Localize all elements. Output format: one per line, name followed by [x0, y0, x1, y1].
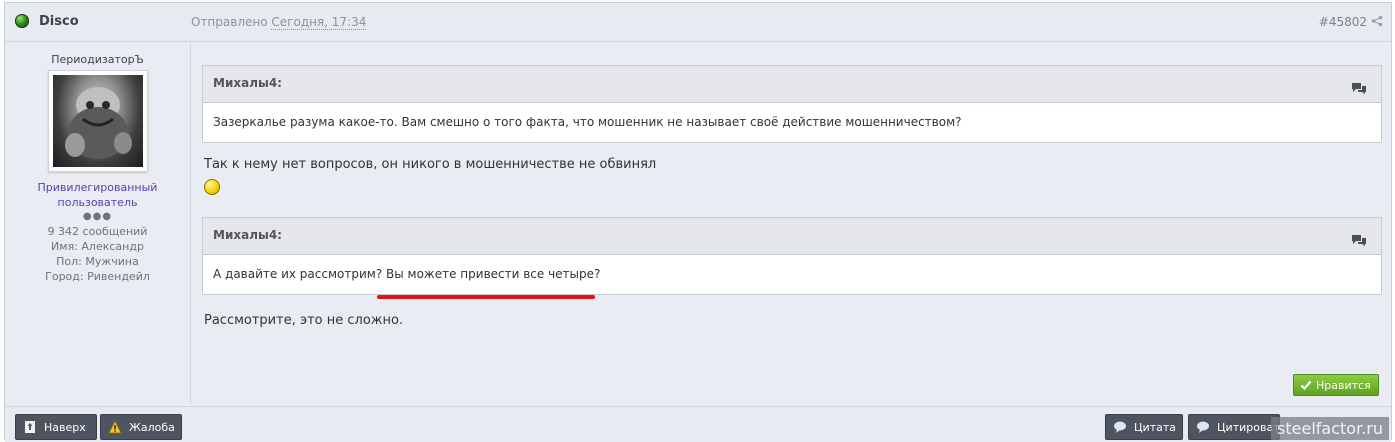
reply-text: Рассмотрите, это не сложно.: [204, 313, 404, 328]
avatar-drawing: [64, 87, 132, 159]
quote-block: Михалы4: Зазеркалье разума какое-то. Вам…: [202, 65, 1382, 143]
rank-line-2: пользователь: [57, 196, 138, 209]
warning-icon: [108, 420, 122, 434]
like-button[interactable]: Нравится: [1293, 374, 1379, 396]
quote-text: Зазеркалье разума какое-то. Вам смешно о…: [213, 115, 962, 129]
like-label: Нравится: [1316, 379, 1371, 392]
reply-text: Так к нему нет вопросов, он никого в мош…: [204, 157, 657, 172]
quote-block: Михалы4: А давайте их рассмотрим? Вы мож…: [202, 217, 1382, 295]
stat-gender-value: Мужчина: [85, 255, 139, 268]
smiley-icon: [204, 179, 220, 195]
top-button-label: Наверх: [44, 421, 86, 434]
quote-bubbles-icon[interactable]: [1351, 82, 1367, 95]
rank-line-1: Привилегированный: [37, 181, 158, 194]
post-count: 9 342 сообщений: [47, 225, 148, 238]
avatar-image: [52, 75, 143, 167]
user-stats: 9 342 сообщений Имя: Александр Пол: Мужч…: [5, 224, 190, 284]
post-sent-info: Отправлено Сегодня, 17:34: [191, 15, 367, 30]
stat-city: Город: Ривендейл: [5, 269, 190, 284]
checkmark-icon: [1300, 380, 1312, 391]
multiquote-button[interactable]: Цитировать: [1188, 414, 1280, 440]
post-content: Михалы4: Зазеркалье разума какое-то. Вам…: [202, 65, 1382, 329]
sent-date: Сегодня, 17:34: [271, 15, 367, 30]
sidebar-username[interactable]: ПериодизаторЪ: [5, 53, 190, 66]
quote-header: Михалы4:: [203, 218, 1381, 255]
report-button-label: Жалоба: [129, 421, 175, 434]
stat-name: Имя: Александр: [5, 239, 190, 254]
sent-prefix: Отправлено: [191, 15, 268, 29]
quote-bubbles-icon[interactable]: [1351, 234, 1367, 247]
user-sidebar: ПериодизаторЪ Привилегированный пользова…: [5, 42, 191, 405]
stat-gender-label: Пол:: [56, 255, 82, 268]
quote-button-label: Цитата: [1134, 421, 1176, 434]
post-header: Disco Отправлено Сегодня, 17:34 #45802: [5, 3, 1391, 42]
stat-gender: Пол: Мужчина: [5, 254, 190, 269]
post-footer: Наверх Жалоба Цитата Цитировать: [5, 406, 1391, 442]
site-watermark: steelfactor.ru: [1271, 417, 1389, 440]
stat-city-label: Город:: [45, 270, 84, 283]
speech-bubble-icon: [1114, 421, 1126, 433]
quote-author: Михалы4:: [213, 228, 282, 242]
quote-header: Михалы4:: [203, 66, 1381, 103]
report-button[interactable]: Жалоба: [100, 414, 182, 440]
avatar[interactable]: [47, 70, 148, 172]
share-icon[interactable]: [1371, 15, 1383, 27]
page-up-icon: [25, 421, 35, 433]
forum-post: Disco Отправлено Сегодня, 17:34 #45802 П…: [4, 2, 1392, 442]
quote-text: А давайте их рассмотрим? Вы можете приве…: [213, 267, 601, 281]
rank-pips: ●●●: [82, 211, 113, 222]
speech-bubble-icon: [1197, 421, 1209, 433]
stat-city-value: Ривендейл: [87, 270, 150, 283]
online-status-icon: [15, 14, 29, 28]
top-button[interactable]: Наверх: [15, 414, 97, 440]
quote-author: Михалы4:: [213, 76, 282, 90]
post-author-name[interactable]: Disco: [39, 14, 79, 29]
stat-name-value: Александр: [81, 240, 144, 253]
red-underline-annotation: [377, 295, 595, 299]
user-rank: Привилегированный пользователь: [5, 180, 190, 210]
quote-button[interactable]: Цитата: [1105, 414, 1183, 440]
post-id-link[interactable]: #45802: [1319, 15, 1367, 29]
stat-name-label: Имя:: [51, 240, 78, 253]
